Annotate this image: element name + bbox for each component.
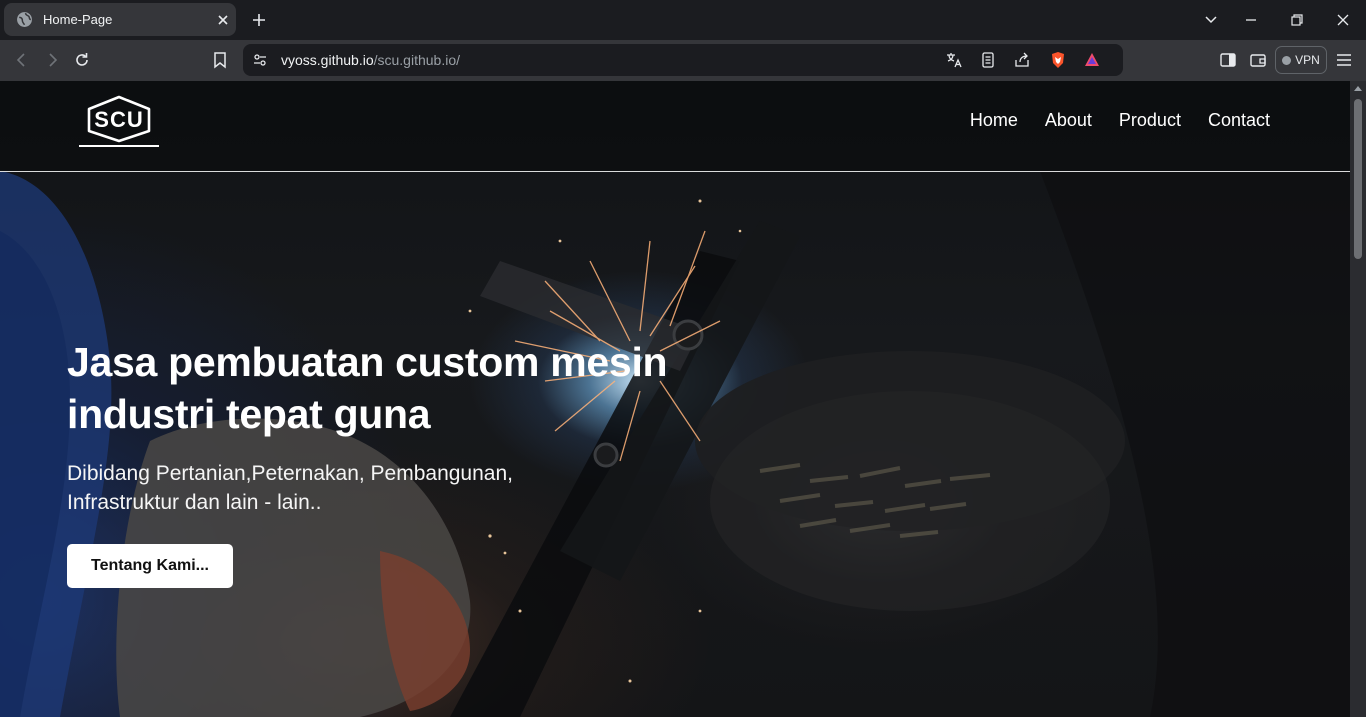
close-icon[interactable] [214, 11, 232, 29]
hero-subtitle: Dibidang Pertanian,Peternakan, Pembangun… [67, 462, 513, 514]
reload-icon[interactable] [71, 49, 93, 71]
hero-title: Jasa pembuatan custom mesin industri tep… [67, 339, 668, 437]
share-icon[interactable] [1013, 51, 1031, 69]
vpn-button[interactable]: VPN [1275, 46, 1327, 74]
back-icon[interactable] [11, 49, 33, 71]
browser-toolbar: vyoss.github.io/scu.github.io/ VPN [0, 40, 1366, 81]
tab-title: Home-Page [43, 12, 113, 27]
nav-contact-link[interactable]: Contact [1208, 110, 1270, 131]
reader-mode-icon[interactable] [979, 51, 997, 69]
nav-home-link[interactable]: Home [970, 110, 1018, 131]
url-host: vyoss.github.io [281, 52, 374, 68]
address-bar[interactable]: vyoss.github.io/scu.github.io/ [243, 44, 1123, 76]
translate-icon[interactable] [945, 51, 963, 69]
scu-logo[interactable]: SCU [77, 95, 161, 151]
bookmark-icon[interactable] [209, 49, 231, 71]
restore-icon[interactable] [1285, 9, 1309, 31]
wallet-icon[interactable] [1248, 50, 1268, 70]
site-settings-icon[interactable] [252, 52, 268, 68]
nav-about-link[interactable]: About [1045, 110, 1092, 131]
chevron-down-icon[interactable] [1199, 9, 1223, 31]
nav-product-link[interactable]: Product [1119, 110, 1181, 131]
url-text[interactable]: vyoss.github.io/scu.github.io/ [281, 52, 460, 68]
about-us-button[interactable]: Tentang Kami... [67, 544, 233, 588]
browser-tab[interactable]: Home-Page [4, 3, 236, 36]
plus-icon[interactable] [249, 10, 269, 30]
site-navbar: SCU Home About Product Contact [0, 81, 1350, 172]
url-path: /scu.github.io/ [373, 52, 460, 68]
menu-icon[interactable] [1334, 50, 1354, 70]
globe-icon [17, 12, 32, 27]
brave-rewards-icon[interactable] [1083, 51, 1101, 69]
brave-shields-icon[interactable] [1049, 51, 1067, 69]
scroll-up-arrow-icon[interactable] [1354, 86, 1362, 91]
logo-text: SCU [94, 107, 143, 132]
page-scrollbar[interactable] [1350, 81, 1366, 717]
close-window-icon[interactable] [1331, 9, 1355, 31]
scrollbar-thumb[interactable] [1354, 99, 1362, 259]
tab-bar: Home-Page [0, 0, 1366, 40]
vpn-label: VPN [1295, 53, 1320, 67]
page-viewport: SCU Home About Product Contact Jasa pemb… [0, 81, 1366, 717]
sidebar-icon[interactable] [1218, 50, 1238, 70]
minimize-icon[interactable] [1239, 9, 1263, 31]
vpn-status-dot [1282, 55, 1292, 65]
forward-icon[interactable] [41, 49, 63, 71]
site-nav-links: Home About Product Contact [970, 110, 1270, 131]
